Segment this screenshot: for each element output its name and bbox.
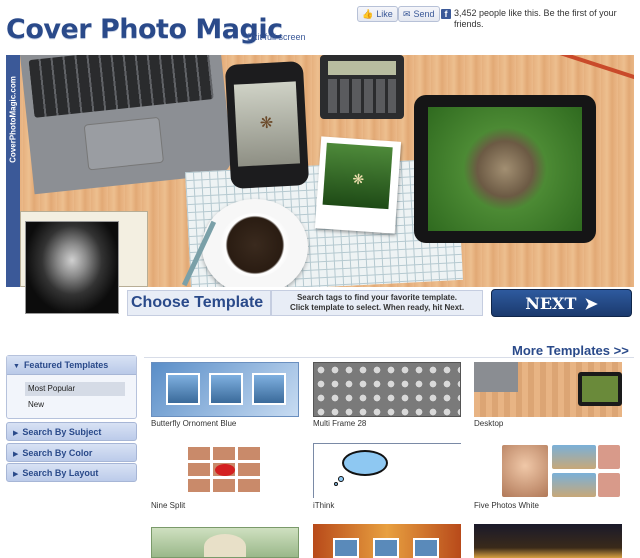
tablet-photo-slot[interactable] bbox=[414, 95, 596, 243]
divider bbox=[144, 357, 634, 358]
triangle-right-icon: ▶ bbox=[13, 430, 19, 437]
send-label: Send bbox=[413, 9, 435, 19]
instructions-line-1: Search tags to find your favorite templa… bbox=[296, 293, 458, 302]
template-thumbnail[interactable] bbox=[313, 524, 461, 558]
next-button[interactable]: NEXT ➤ bbox=[491, 289, 632, 317]
brand-side-label: CoverPhotoMagic.com bbox=[8, 76, 18, 163]
featured-templates-header[interactable]: ▼ Featured Templates bbox=[7, 356, 136, 375]
search-by-color-section[interactable]: ▶ Search By Color bbox=[6, 443, 137, 462]
search-by-subject-label: Search By Subject bbox=[22, 427, 102, 437]
arrow-right-icon: ➤ bbox=[584, 293, 598, 313]
template-label: Desktop bbox=[474, 419, 504, 428]
template-thumbnail-butterfly-ornoment-blue[interactable] bbox=[151, 362, 299, 417]
template-label: iThink bbox=[313, 501, 335, 510]
facebook-social-text: 3,452 people like this. Be the first of … bbox=[454, 8, 617, 29]
template-label: Five Photos White bbox=[474, 501, 539, 510]
template-thumbnail[interactable] bbox=[151, 527, 299, 558]
exit-full-screen-link[interactable]: Exit full screen bbox=[247, 32, 306, 42]
like-label: Like bbox=[376, 9, 393, 19]
template-thumbnail-desktop[interactable] bbox=[474, 362, 622, 417]
polaroid-photo-slot[interactable]: ❋ bbox=[314, 136, 402, 234]
facebook-like-button[interactable]: 👍 Like bbox=[357, 6, 398, 22]
template-label: Multi Frame 28 bbox=[313, 419, 367, 428]
template-label: Butterfly Ornoment Blue bbox=[151, 419, 237, 428]
facebook-f-icon: f bbox=[441, 9, 451, 19]
next-label: NEXT bbox=[525, 293, 577, 313]
featured-templates-label: Featured Templates bbox=[23, 360, 109, 370]
thumbs-up-icon: 👍 bbox=[362, 8, 374, 19]
choose-template-instructions: Search tags to find your favorite templa… bbox=[271, 290, 483, 316]
triangle-right-icon: ▶ bbox=[13, 471, 19, 478]
calculator-graphic bbox=[320, 55, 404, 119]
template-label: Nine Split bbox=[151, 501, 186, 510]
search-by-color-label: Search By Color bbox=[22, 448, 93, 458]
search-by-layout-section[interactable]: ▶ Search By Layout bbox=[6, 463, 137, 482]
search-by-layout-label: Search By Layout bbox=[22, 468, 99, 478]
instructions-line-2: Click template to select. When ready, hi… bbox=[289, 303, 465, 312]
profile-picture[interactable] bbox=[25, 221, 119, 314]
spider-photo: ❋ bbox=[351, 170, 365, 188]
brand-side-strip: CoverPhotoMagic.com bbox=[6, 55, 20, 287]
hedgehog-photo bbox=[428, 107, 582, 231]
facebook-send-button[interactable]: ✉ Send bbox=[398, 6, 440, 22]
triangle-down-icon: ▼ bbox=[13, 363, 20, 370]
search-by-subject-section[interactable]: ▶ Search By Subject bbox=[6, 422, 137, 441]
sidebar-item-most-popular[interactable]: Most Popular bbox=[25, 382, 125, 396]
pencil-graphic bbox=[553, 55, 634, 81]
choose-template-heading: Choose Template bbox=[127, 290, 271, 316]
phone-photo-slot[interactable]: ❋ bbox=[224, 61, 310, 189]
more-templates-link[interactable]: More Templates >> bbox=[512, 343, 629, 358]
template-thumbnail[interactable] bbox=[474, 524, 622, 558]
app-logo[interactable]: Cover Photo Magic bbox=[6, 14, 283, 45]
featured-templates-panel: ▼ Featured Templates Most Popular New bbox=[6, 355, 137, 419]
triangle-right-icon: ▶ bbox=[13, 451, 19, 458]
template-thumbnail-nine-split[interactable] bbox=[187, 446, 263, 495]
send-icon: ✉ bbox=[403, 8, 411, 19]
thought-cloud-icon bbox=[342, 450, 388, 476]
template-thumbnail-five-photos-white[interactable] bbox=[502, 445, 620, 497]
template-thumbnail-ithink[interactable] bbox=[313, 443, 461, 498]
sidebar-item-new[interactable]: New bbox=[25, 398, 125, 412]
spider-photo: ❋ bbox=[259, 114, 274, 133]
template-thumbnail-multi-frame-28[interactable] bbox=[313, 362, 461, 417]
